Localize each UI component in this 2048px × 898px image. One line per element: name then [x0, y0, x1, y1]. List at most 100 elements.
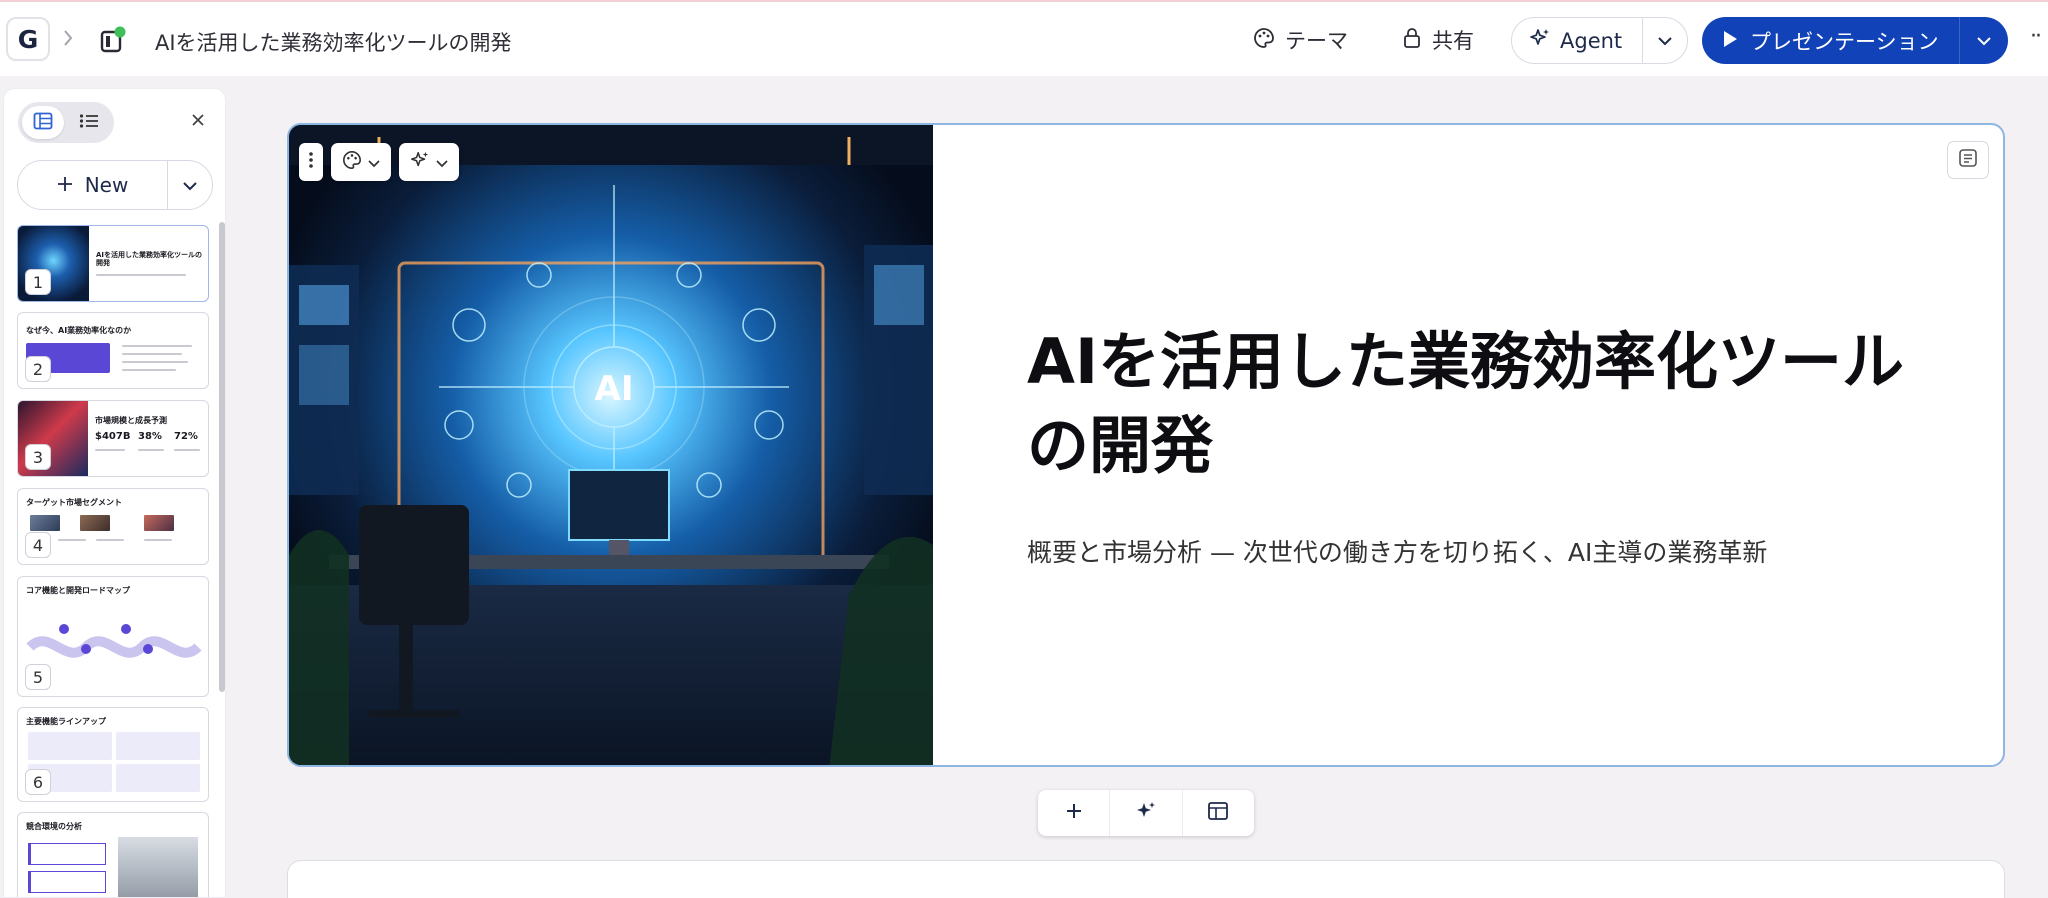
title-slide[interactable]: AI AIを活用した業務効率化ツールの開発 概要と市場分析 — 次世代の働き方を…: [287, 123, 2005, 767]
new-slide-group: New: [17, 160, 213, 210]
slide-thumbnail-7[interactable]: 競合環境の分析: [17, 812, 209, 897]
share-label: 共有: [1432, 29, 1474, 53]
slide-title[interactable]: AIを活用した業務効率化ツールの開発: [1027, 320, 1927, 487]
thumbnail-title: なぜ今、AI業務効率化なのか: [26, 326, 132, 335]
present-button[interactable]: プレゼンテーション: [1702, 17, 1960, 64]
sparkle-icon: [1529, 27, 1551, 54]
add-card-toolbar: [1038, 790, 1254, 836]
thumbnail-text-line: [122, 361, 188, 363]
thumbnail-card: [116, 764, 200, 792]
thumbnail-text-line: [96, 274, 186, 276]
slide-thumbnail-2[interactable]: なぜ今、AI業務効率化なのか 2: [17, 312, 209, 389]
slide-ai-button[interactable]: [399, 143, 459, 181]
thumbnail-number: 2: [25, 356, 51, 382]
thumbnail-stat: 38%: [138, 431, 162, 442]
agent-dropdown-button[interactable]: [1643, 18, 1687, 63]
theme-button[interactable]: テーマ: [1253, 20, 1348, 60]
slide-thumbnail-3[interactable]: 市場規模と成長予測 $407B 38% 72% 3: [17, 400, 209, 477]
thumbnail-text-line: [174, 449, 200, 451]
slide-hero-image: AI: [289, 125, 933, 765]
slide-thumbnail-1[interactable]: AIを活用した業務効率化ツールの開発 1: [17, 225, 209, 302]
present-label: プレゼンテーション: [1750, 29, 1939, 54]
document-title[interactable]: AIを活用した業務効率化ツールの開発: [155, 27, 512, 57]
slide-theme-button[interactable]: [331, 143, 391, 181]
slide-tools: [299, 143, 459, 181]
ai-generate-card-button[interactable]: [1110, 790, 1183, 836]
thumbnail-image: [30, 515, 60, 531]
thumbnail-card: [28, 843, 106, 865]
thumbnail-title: 競合環境の分析: [26, 822, 82, 831]
thumbnail-number: 5: [25, 664, 51, 690]
chevron-down-icon: [1657, 31, 1673, 50]
thumbnail-text-line: [95, 449, 125, 451]
layout-template-button[interactable]: [1183, 790, 1254, 836]
notes-icon: [1958, 148, 1978, 172]
close-icon: [191, 112, 205, 131]
share-button[interactable]: 共有: [1402, 20, 1474, 60]
add-card-button[interactable]: [1038, 790, 1111, 836]
illustration-ai-text: AI: [595, 369, 634, 409]
list-view-icon: [79, 113, 99, 133]
top-bar: G AIを活用した業務効率化ツールの開発 テーマ 共有 Agent プレゼンテー…: [0, 0, 2048, 76]
present-button-group: プレゼンテーション: [1702, 17, 2008, 64]
thumbnail-card: [28, 732, 112, 760]
next-slide-card[interactable]: [287, 860, 2005, 898]
thumbnail-image: [118, 837, 198, 897]
list-view-button[interactable]: [68, 106, 110, 139]
ai-workspace-illustration: AI: [289, 125, 933, 765]
thumbnail-title: コア機能と開発ロードマップ: [26, 586, 130, 595]
slide-thumbnail-4[interactable]: ターゲット市場セグメント 4: [17, 488, 209, 565]
view-toggle: [18, 102, 114, 143]
vertical-dots-icon: [308, 151, 314, 173]
chevron-down-icon: [436, 153, 448, 172]
new-label: New: [84, 173, 129, 197]
card-view-button[interactable]: [22, 106, 64, 139]
thumbnail-number: 6: [25, 769, 51, 795]
close-panel-button[interactable]: [184, 107, 212, 135]
theme-label: テーマ: [1285, 29, 1348, 53]
thumbnail-image: [80, 515, 110, 531]
chevron-right-icon: [62, 28, 74, 52]
thumbnail-text-line: [96, 539, 124, 541]
thumbnail-number: 1: [25, 269, 51, 295]
chevron-down-icon: [182, 176, 198, 195]
thumbnail-title: ターゲット市場セグメント: [26, 498, 122, 507]
thumbnail-stat: 72%: [174, 431, 198, 442]
slide-panel: New AIを活用した業務効率化ツールの開発 1 なぜ今、AI業務効率化なのか …: [3, 88, 226, 898]
agent-button[interactable]: Agent: [1512, 18, 1643, 63]
thumbnail-text-line: [58, 539, 86, 541]
layout-icon: [1207, 801, 1229, 825]
palette-icon: [342, 150, 362, 174]
slide-thumbnail-5[interactable]: コア機能と開発ロードマップ 5: [17, 576, 209, 697]
slide-thumbnail-6[interactable]: 主要機能ラインアップ 6: [17, 707, 209, 802]
panel-scrollbar[interactable]: [219, 222, 225, 692]
thumbnail-title: AIを活用した業務効率化ツールの開発: [96, 251, 203, 268]
drag-handle[interactable]: [299, 143, 323, 181]
thumbnail-number: 3: [25, 444, 51, 470]
grid-view-icon: [33, 112, 53, 134]
thumbnail-text-line: [122, 369, 176, 371]
thumbnail-title: 主要機能ラインアップ: [26, 717, 106, 726]
new-slide-dropdown[interactable]: [168, 161, 212, 209]
app-logo[interactable]: G: [6, 17, 50, 61]
thumbnail-stat: $407B: [95, 431, 131, 442]
new-slide-button[interactable]: New: [18, 161, 168, 209]
speaker-notes-button[interactable]: [1947, 141, 1989, 179]
roadmap-graphic: [26, 624, 202, 658]
palette-icon: [1253, 27, 1275, 54]
document-icon[interactable]: [100, 26, 126, 54]
thumbnail-title: 市場規模と成長予測: [95, 416, 167, 425]
slide-subtitle[interactable]: 概要と市場分析 — 次世代の働き方を切り拓く、AI主導の業務革新: [1027, 533, 1767, 569]
thumbnail-text-line: [138, 449, 164, 451]
lock-icon: [1402, 27, 1422, 54]
present-dropdown-button[interactable]: [1960, 17, 2008, 64]
agent-button-group: Agent: [1511, 17, 1688, 64]
thumbnail-text-line: [144, 539, 172, 541]
more-options-icon[interactable]: ··: [2030, 24, 2042, 49]
thumbnail-text-line: [122, 345, 192, 347]
thumbnail-text-line: [122, 353, 182, 355]
thumbnail-card: [28, 871, 106, 893]
thumbnail-image: [144, 515, 174, 531]
chevron-down-icon: [1976, 31, 1992, 50]
plus-icon: [57, 173, 73, 197]
